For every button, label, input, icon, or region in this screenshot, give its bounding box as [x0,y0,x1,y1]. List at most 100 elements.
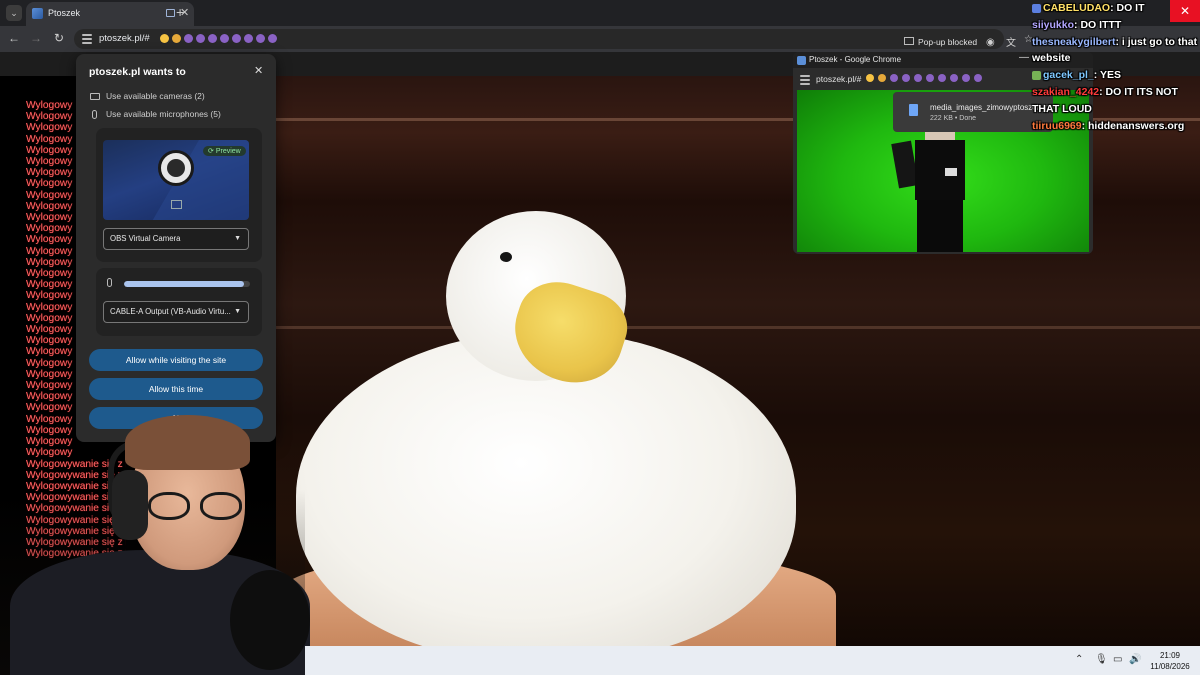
camera-select[interactable]: OBS Virtual Camera ▼ [103,228,249,250]
obs-logo-icon [158,150,194,186]
glasses-lens [148,492,190,520]
chevron-down-icon: ▼ [234,308,241,315]
url-emoji-icon [914,74,922,82]
popup-favicon-icon [797,56,806,65]
tab-search-button[interactable]: ⌄ [6,5,22,21]
tray-overflow-icon[interactable]: ⌃ [1075,654,1083,665]
network-icon[interactable]: ▭ [1113,654,1122,665]
taskbar-clock[interactable]: 21:09 11/08/2026 [1145,650,1195,672]
chat-badge-icon [1032,70,1041,80]
allow-this-time-button[interactable]: Allow this time [89,378,263,400]
url-emoji-icon [184,34,193,43]
microphone-icon [92,110,97,120]
chat-badge-icon [1032,3,1041,13]
download-status: 222 KB • Done [930,115,977,122]
url-emoji-icon [208,34,217,43]
headphone-cup [112,470,148,540]
chat-text: : DO IT [1110,2,1145,14]
site-info-icon[interactable] [800,75,810,85]
preview-chip-label: Preview [215,148,241,155]
clock-date: 11/08/2026 [1150,662,1190,671]
microphone-select-value: CABLE-A Output (VB-Audio Virtu... [110,307,231,316]
browser-toolbar: ← → ↻ ptoszek.pl/# Pop-up blocked ◉ 文 ☆ [0,26,1200,52]
minimize-icon[interactable]: — [1019,52,1029,63]
download-bubble[interactable]: media_images_zimowyptoszek.jpeg 222 KB •… [893,92,1058,132]
url-text: ptoszek.pl/# [99,33,150,44]
allow-while-visiting-button[interactable]: Allow while visiting the site [89,349,263,371]
url-emoji-icon [256,34,265,43]
microphone-select[interactable]: CABLE-A Output (VB-Audio Virtu... ▼ [103,301,249,323]
url-emoji-icon [232,34,241,43]
permission-prompt: ptoszek.pl wants to ✕ Use available came… [76,54,276,442]
window-close-icon[interactable]: ✕ [1170,0,1200,22]
tab-favicon-icon [32,8,43,19]
popup-blocked-label[interactable]: Pop-up blocked [918,37,977,47]
tab-strip: ⌄ Ptoszek ✕ + [0,0,1200,26]
tab-ptoszek[interactable]: Ptoszek ✕ [26,2,194,26]
site-info-icon[interactable] [82,34,92,44]
reload-icon[interactable]: ↻ [51,31,67,45]
permission-title: ptoszek.pl wants to [89,66,186,78]
url-emoji-icon [902,74,910,82]
url-emoji-icon [196,34,205,43]
microphone-arm [230,570,310,670]
chat-text: : hiddenanswers.org [1081,119,1185,132]
camera-select-value: OBS Virtual Camera [110,234,181,243]
taskbar: ⌃ 🎙 ▭ 🔊 21:09 11/08/2026 [305,646,1200,675]
microphone-card: CABLE-A Output (VB-Audio Virtu... ▼ [96,268,262,336]
chat-message: szakian_4242: DO IT ITS NOT THAT LOUD [1032,84,1200,118]
chat-username: CABELUDAO [1043,2,1111,14]
figure-torso [915,140,965,200]
forward-arrow-icon[interactable]: → [28,31,44,45]
url-emoji-icon [890,74,898,82]
glasses [148,492,248,520]
new-tab-button[interactable]: + [176,4,184,20]
permission-close-icon[interactable]: ✕ [254,64,263,77]
url-emoji-icon [962,74,970,82]
url-emoji-icon [950,74,958,82]
url-emoji-icon [866,74,874,82]
camera-preview: ⟳ Preview [103,140,249,220]
wood-panel-line [276,326,1200,329]
url-emoji-icon [974,74,982,82]
chat-username: tiiruu6969 [1032,119,1082,132]
streamer-hair [125,415,250,470]
chat-username: thesneakygilbert [1032,35,1116,48]
microphone-level-fill [124,281,244,287]
url-emoji-icon [926,74,934,82]
url-emoji-icon [938,74,946,82]
address-bar[interactable]: ptoszek.pl/# Pop-up blocked ◉ [74,29,1004,49]
chevron-down-icon: ▼ [234,235,241,242]
microphone-tray-icon[interactable]: 🎙 [1095,654,1108,665]
volume-icon[interactable]: 🔊 [1129,654,1141,665]
url-emoji-icon [172,34,181,43]
tab-title: Ptoszek [48,8,81,18]
chat-username: szakian_4242 [1032,85,1100,98]
chat-text: : YES [1093,69,1122,82]
chat-username: gacek_pl_ [1043,69,1094,82]
image-file-icon [909,104,918,116]
url-emoji-icon [220,34,229,43]
duck-eye [500,252,512,262]
preview-chip: ⟳ Preview [203,146,246,156]
microphone-icon [107,278,112,287]
microphone-level-meter [124,281,250,287]
popup-blocked-icon[interactable] [904,37,914,45]
camera-permission-row: Use available cameras (2) [90,91,205,101]
chat-username: siiyukko [1032,18,1075,31]
figure-legs [917,200,963,252]
camera-card: ⟳ Preview OBS Virtual Camera ▼ [96,128,262,262]
popup-title: Ptoszek - Google Chrome [809,55,902,64]
translate-icon[interactable]: 文 [1006,34,1016,49]
back-arrow-icon[interactable]: ← [6,31,22,45]
eye-icon[interactable]: ◉ [986,37,995,48]
streamer-webcam [0,410,310,675]
url-emoji-icon [244,34,253,43]
figure-patch [945,168,957,176]
chat-message: gacek_pl_: YES [1032,67,1200,84]
chat-text: : DO ITTT [1074,18,1122,31]
url-emoji-icon [160,34,169,43]
camera-icon [90,93,100,101]
tab-media-icon[interactable] [166,9,175,17]
camera-permission-label: Use available cameras (2) [106,91,205,101]
